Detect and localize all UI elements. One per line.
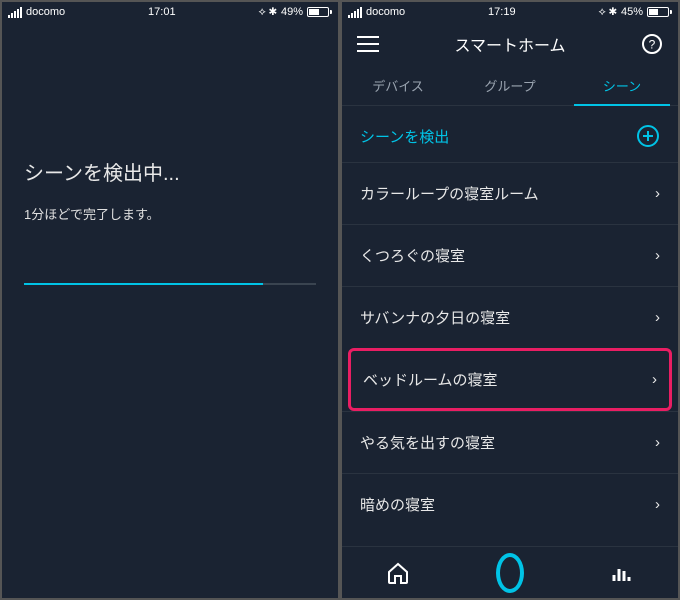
clock: 17:01 bbox=[148, 6, 176, 18]
chevron-right-icon: › bbox=[655, 434, 660, 451]
status-right: ⟡ ✱ 49% bbox=[258, 6, 332, 19]
tab-bar: デバイス グループ シーン bbox=[342, 66, 678, 106]
chevron-right-icon: › bbox=[652, 371, 657, 388]
battery-pct: 45% bbox=[621, 6, 643, 18]
bluetooth-icon: ⟡ ✱ bbox=[598, 6, 617, 19]
scene-row[interactable]: カラーループの寝室ルーム › bbox=[342, 162, 678, 224]
tab-devices[interactable]: デバイス bbox=[342, 66, 454, 105]
scene-row-highlighted[interactable]: ベッドルームの寝室 › bbox=[348, 348, 672, 411]
add-icon[interactable] bbox=[636, 124, 660, 148]
scene-row[interactable]: くつろぐの寝室 › bbox=[342, 224, 678, 286]
chevron-right-icon: › bbox=[655, 185, 660, 202]
scene-row[interactable]: やる気を出すの寝室 › bbox=[342, 411, 678, 473]
clock: 17:19 bbox=[488, 6, 516, 18]
chevron-right-icon: › bbox=[655, 247, 660, 264]
battery-fill bbox=[649, 9, 658, 15]
status-left: docomo bbox=[348, 6, 405, 18]
signal-icon bbox=[8, 7, 22, 18]
signal-icon bbox=[348, 7, 362, 18]
scene-label: カラーループの寝室ルーム bbox=[360, 183, 539, 204]
bluetooth-icon: ⟡ ✱ bbox=[258, 6, 277, 19]
equalizer-icon[interactable] bbox=[608, 559, 636, 587]
scene-row[interactable]: 暗めの寝室 › bbox=[342, 473, 678, 535]
scene-label: ベッドルームの寝室 bbox=[363, 369, 498, 390]
carrier-label: docomo bbox=[366, 6, 405, 18]
progress-bar bbox=[24, 283, 316, 285]
scene-label: やる気を出すの寝室 bbox=[360, 432, 495, 453]
tab-scenes[interactable]: シーン bbox=[566, 66, 678, 105]
home-icon[interactable] bbox=[384, 559, 412, 587]
battery-fill bbox=[309, 9, 319, 15]
alexa-icon[interactable] bbox=[496, 559, 524, 587]
battery-pct: 49% bbox=[281, 6, 303, 18]
menu-icon[interactable] bbox=[356, 32, 380, 56]
scene-label: サバンナの夕日の寝室 bbox=[360, 307, 510, 328]
detecting-subtitle: 1分ほどで完了します。 bbox=[24, 204, 316, 223]
status-bar: docomo 17:19 ⟡ ✱ 45% bbox=[342, 2, 678, 22]
phone-left: docomo 17:01 ⟡ ✱ 49% シーンを検出中... 1分ほどで完了し… bbox=[2, 2, 338, 598]
phone-right: docomo 17:19 ⟡ ✱ 45% スマートホーム ? デバイス グループ… bbox=[342, 2, 678, 598]
svg-text:?: ? bbox=[649, 38, 656, 52]
chevron-right-icon: › bbox=[655, 309, 660, 326]
tab-groups[interactable]: グループ bbox=[454, 66, 566, 105]
help-icon[interactable]: ? bbox=[640, 32, 664, 56]
status-left: docomo bbox=[8, 6, 65, 18]
detect-scenes-label[interactable]: シーンを検出 bbox=[360, 126, 449, 147]
status-right: ⟡ ✱ 45% bbox=[598, 6, 672, 19]
carrier-label: docomo bbox=[26, 6, 65, 18]
status-bar: docomo 17:01 ⟡ ✱ 49% bbox=[2, 2, 338, 22]
battery-icon bbox=[307, 7, 332, 17]
bottom-nav bbox=[342, 546, 678, 598]
scene-row[interactable]: サバンナの夕日の寝室 › bbox=[342, 286, 678, 348]
page-title: スマートホーム bbox=[454, 32, 565, 56]
scene-label: 暗めの寝室 bbox=[360, 494, 435, 515]
section-header: シーンを検出 bbox=[342, 106, 678, 162]
scene-label: くつろぐの寝室 bbox=[360, 245, 465, 266]
battery-icon bbox=[647, 7, 672, 17]
chevron-right-icon: › bbox=[655, 496, 660, 513]
nav-bar: スマートホーム ? bbox=[342, 22, 678, 66]
scene-list: カラーループの寝室ルーム › くつろぐの寝室 › サバンナの夕日の寝室 › ベッ… bbox=[342, 162, 678, 546]
detecting-title: シーンを検出中... bbox=[24, 157, 316, 186]
progress-fill bbox=[24, 283, 263, 285]
